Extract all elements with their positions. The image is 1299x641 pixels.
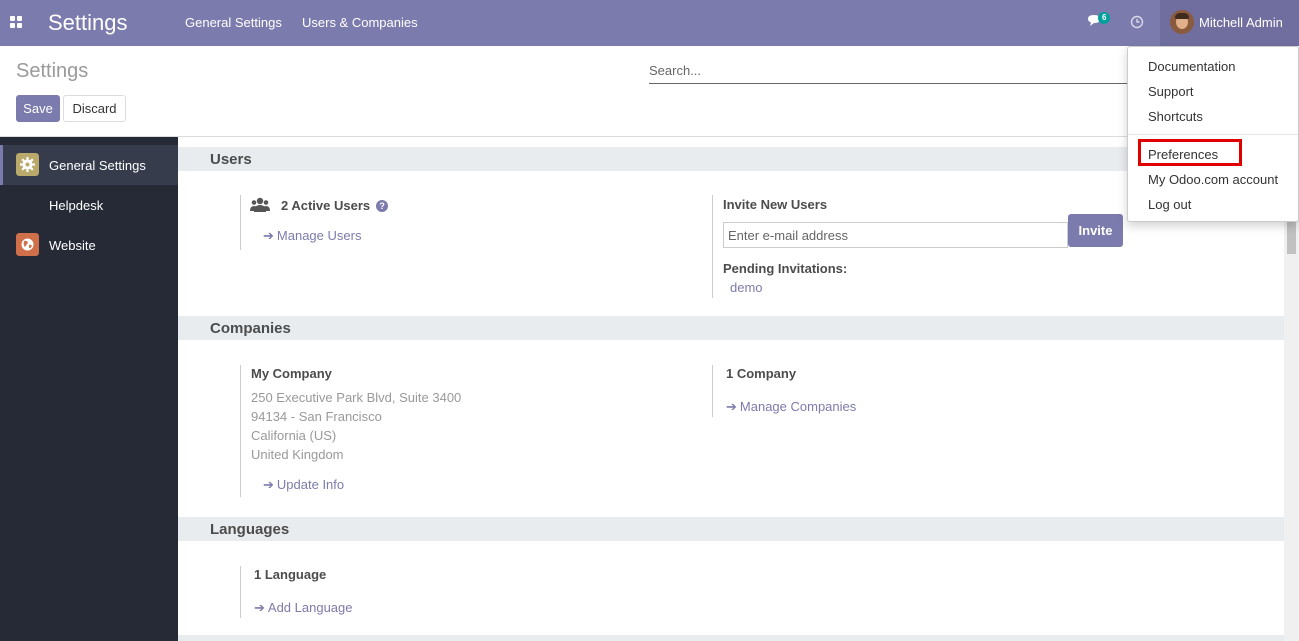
invite-title: Invite New Users <box>723 197 828 212</box>
active-users-count: 2 Active Users? <box>281 198 389 213</box>
pending-invitations-title: Pending Invitations: <box>723 261 848 276</box>
company-address-line: 94134 - San Francisco <box>251 409 382 424</box>
sidebar-item-label: Website <box>49 238 96 253</box>
users-icon <box>250 197 270 212</box>
setting-divider <box>712 365 713 417</box>
pending-user-link[interactable]: demo <box>730 280 763 295</box>
sidebar-item-general-settings[interactable]: General Settings <box>0 145 178 185</box>
settings-main: Users 2 Active Users? ➔ Manage Users Invi… <box>178 137 1284 641</box>
sidebar-item-website[interactable]: Website <box>0 225 178 265</box>
menu-item-shortcuts[interactable]: Shortcuts <box>1148 109 1203 124</box>
sidebar-item-label: Helpdesk <box>49 198 104 213</box>
user-menu-toggle[interactable]: Mitchell Admin <box>1160 0 1299 46</box>
menu-item-logout[interactable]: Log out <box>1148 197 1191 212</box>
setting-divider <box>240 365 241 497</box>
company-name: My Company <box>251 366 332 381</box>
activity-clock-icon[interactable] <box>1130 15 1144 29</box>
menu-divider <box>1128 134 1298 135</box>
setting-divider <box>240 566 241 618</box>
add-language-link[interactable]: ➔ Add Language <box>254 600 353 616</box>
menu-item-documentation[interactable]: Documentation <box>1148 59 1235 74</box>
sidebar-item-label: General Settings <box>49 158 146 173</box>
discard-button[interactable]: Discard <box>63 95 126 122</box>
manage-companies-link[interactable]: ➔ Manage Companies <box>726 399 856 415</box>
user-dropdown-menu: Documentation Support Shortcuts Preferen… <box>1127 46 1299 222</box>
language-count: 1 Language <box>254 567 327 582</box>
apps-menu-icon[interactable] <box>10 16 22 28</box>
manage-users-link[interactable]: ➔ Manage Users <box>263 228 361 244</box>
section-title: Languages <box>210 521 290 538</box>
company-count: 1 Company <box>726 366 797 381</box>
section-header-users: Users <box>178 147 1284 171</box>
section-header-next <box>178 635 1284 641</box>
sidebar-item-helpdesk[interactable]: Helpdesk <box>0 185 178 225</box>
section-title: Companies <box>210 320 291 337</box>
invite-email-input[interactable] <box>723 222 1068 248</box>
settings-sidebar: General Settings Helpdesk Website <box>0 137 178 641</box>
section-title: Users <box>210 151 252 168</box>
page-title: Settings <box>16 60 89 82</box>
company-address-line: United Kingdom <box>251 447 344 462</box>
invite-button[interactable]: Invite <box>1068 214 1123 247</box>
company-address-line: 250 Executive Park Blvd, Suite 3400 <box>251 390 462 405</box>
menu-item-support[interactable]: Support <box>1148 84 1194 99</box>
top-navbar: Settings General Settings Users & Compan… <box>0 0 1299 46</box>
save-button[interactable]: Save <box>16 95 60 122</box>
search-input[interactable] <box>649 58 1149 84</box>
user-avatar <box>1170 10 1194 34</box>
setting-divider <box>240 195 241 250</box>
update-info-link[interactable]: ➔ Update Info <box>263 477 344 493</box>
user-name: Mitchell Admin <box>1199 15 1283 30</box>
setting-divider <box>712 195 713 298</box>
section-header-companies: Companies <box>178 316 1284 340</box>
company-address-line: California (US) <box>251 428 337 443</box>
gear-icon <box>16 153 39 176</box>
help-question-icon[interactable]: ? <box>376 200 389 212</box>
preferences-highlight-box <box>1138 139 1242 166</box>
section-header-languages: Languages <box>178 517 1284 541</box>
menu-users-companies[interactable]: Users & Companies <box>302 15 418 30</box>
chat-count-badge: 6 <box>1098 12 1111 24</box>
app-brand[interactable]: Settings <box>48 10 128 36</box>
menu-general-settings[interactable]: General Settings <box>185 15 282 30</box>
globe-icon <box>16 233 39 256</box>
menu-item-odoo-account[interactable]: My Odoo.com account <box>1148 172 1278 187</box>
